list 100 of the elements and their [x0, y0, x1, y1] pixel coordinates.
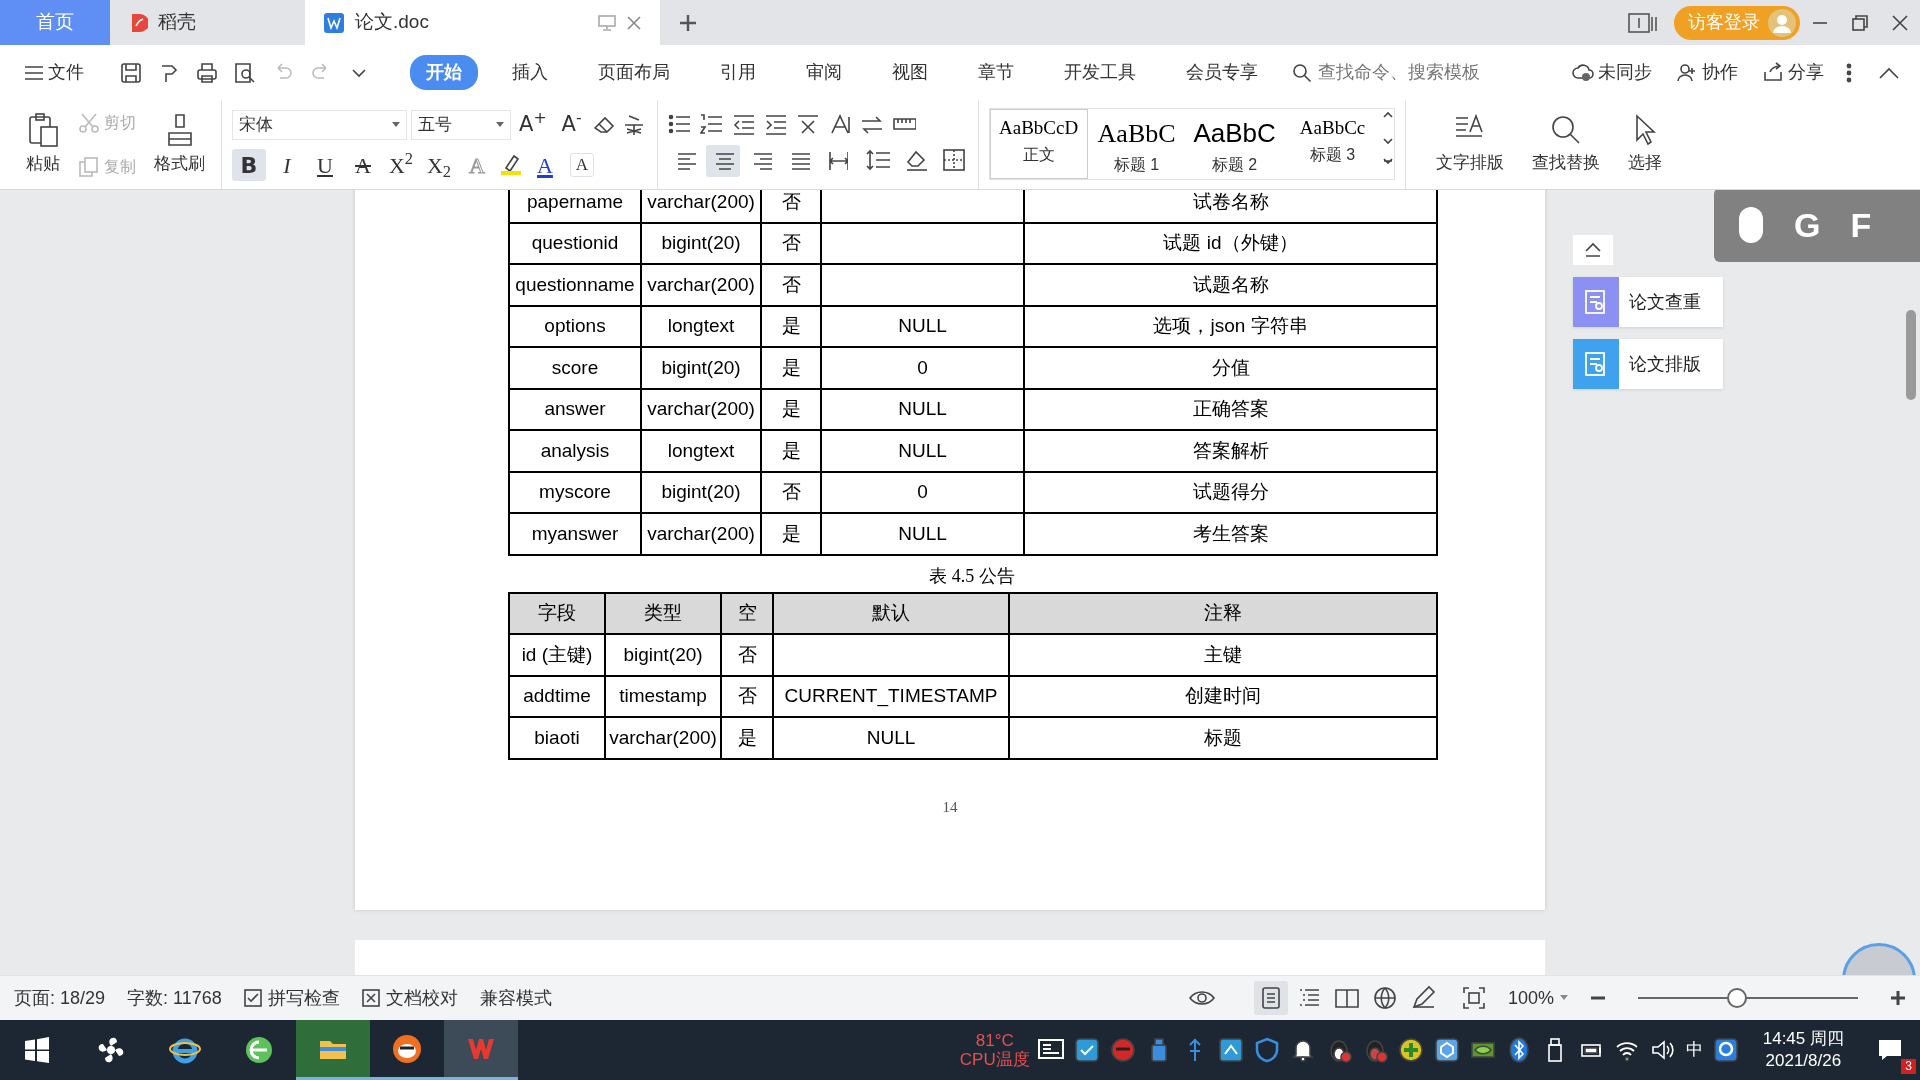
side-panel-button[interactable]: 论文查重: [1573, 277, 1723, 327]
style-preset[interactable]: AaBbC 标题 1: [1087, 109, 1186, 179]
format-button[interactable]: A$^{-}$: [554, 108, 589, 141]
toolbar-button[interactable]: 分享: [1758, 57, 1828, 88]
indent-icon[interactable]: [763, 112, 788, 137]
proofread-button[interactable]: 文档校对: [361, 984, 458, 1012]
menu-icon: [24, 64, 44, 81]
close-icon[interactable]: [1890, 12, 1910, 33]
taskbar-time[interactable]: 14:45 周四: [1762, 1028, 1844, 1050]
format-button[interactable]: U: [308, 148, 342, 181]
copy-icon: [78, 155, 100, 178]
column-header: 默认: [773, 592, 1009, 634]
restore-icon[interactable]: [1850, 12, 1870, 33]
taskbar-date[interactable]: 2021/8/26: [1762, 1050, 1844, 1072]
zoom-dropdown[interactable]: 100%: [1507, 984, 1568, 1012]
browser-app-icon: [243, 1034, 275, 1066]
table-cell: bigint(20): [641, 471, 761, 513]
shield-icon[interactable]: [1253, 1037, 1280, 1063]
app-icon[interactable]: [1712, 1037, 1739, 1063]
table-cell: options: [509, 305, 641, 347]
toolbar-button[interactable]: 查找替换: [1525, 111, 1606, 178]
zoom-in-icon[interactable]: [1890, 990, 1906, 1006]
slider-thumb[interactable]: [1727, 988, 1747, 1008]
ribbon-tab[interactable]: 审阅: [790, 55, 858, 90]
toolbar-button[interactable]: 未同步: [1568, 57, 1656, 88]
side-panel-button[interactable]: 论文排版: [1573, 339, 1723, 389]
close-icon[interactable]: [626, 14, 642, 31]
ribbon-tab[interactable]: 会员专享: [1170, 55, 1274, 90]
mascot-icon[interactable]: [1109, 1037, 1136, 1063]
format-button[interactable]: A: [346, 148, 380, 181]
toolbar-button[interactable]: 协作: [1672, 57, 1742, 88]
style-preset[interactable]: AaBbCc 标题 3: [1283, 109, 1382, 179]
app-icon[interactable]: [1073, 1037, 1100, 1063]
plus-icon[interactable]: [1397, 1037, 1424, 1063]
save-icon[interactable]: [120, 61, 142, 84]
input-method[interactable]: 中: [1685, 1037, 1703, 1063]
scrollbar-thumb[interactable]: [1906, 310, 1916, 400]
ribbon-tab[interactable]: 页面布局: [582, 55, 686, 90]
table-cell: varchar(200): [641, 513, 761, 555]
sync-icon[interactable]: [1217, 1037, 1244, 1063]
table-cell: bigint(20): [605, 634, 721, 676]
table-cell: myanswer: [509, 513, 641, 555]
fit-page-icon[interactable]: [1461, 986, 1486, 1010]
font-size-field[interactable]: 五号: [411, 109, 511, 140]
checkbox-icon: [243, 989, 262, 1007]
numbered-list-icon[interactable]: [699, 112, 724, 137]
web-view-icon: [1371, 985, 1398, 1011]
table-cell: analysis: [509, 430, 641, 472]
search-field[interactable]: 查找命令、搜索模板: [1316, 58, 1516, 87]
table-cell: 是: [761, 388, 821, 430]
monitor-icon: [598, 14, 616, 31]
document-icon: [1573, 277, 1619, 327]
ribbon-tab[interactable]: 视图: [876, 55, 944, 90]
format-button[interactable]: A: [570, 152, 594, 177]
table-cell: id (主键): [509, 634, 605, 676]
print-icon[interactable]: [196, 61, 218, 84]
table-cell: 是: [761, 347, 821, 389]
ribbon-tab[interactable]: 引用: [704, 55, 772, 90]
ribbon-tab[interactable]: 插入: [496, 55, 564, 90]
spell-check-button[interactable]: 拼写检查: [243, 984, 340, 1012]
paste-button[interactable]: 粘贴: [20, 110, 66, 179]
outdent-icon[interactable]: [731, 112, 756, 137]
table-cell: biaoti: [509, 717, 605, 759]
style-preset[interactable]: AaBbCcD 正文: [989, 109, 1088, 179]
align-button[interactable]: [705, 144, 740, 177]
preview-icon[interactable]: [234, 61, 256, 84]
column-header: 字段: [509, 592, 605, 634]
notification-button[interactable]: 3: [1860, 1020, 1920, 1080]
borders-icon[interactable]: [941, 147, 968, 174]
format-button[interactable]: I: [270, 148, 304, 181]
table-cell: NULL: [821, 305, 1024, 347]
table-cell: answer: [509, 388, 641, 430]
file-menu[interactable]: 文件: [20, 57, 88, 88]
ribbon-tab[interactable]: 章节: [962, 55, 1030, 90]
toolbar-button[interactable]: 文字排版: [1429, 111, 1510, 178]
format-painter-button[interactable]: 格式刷: [148, 110, 211, 179]
bell-icon[interactable]: [1289, 1037, 1316, 1063]
font-name-field[interactable]: 宋体: [232, 109, 407, 140]
table-cell: longtext: [641, 430, 761, 472]
document-icon: [323, 11, 345, 34]
table-cell: questionid: [509, 222, 641, 264]
table-cell: myscore: [509, 471, 641, 513]
document-tab[interactable]: 稻壳: [110, 0, 305, 45]
collapse-icon[interactable]: [1878, 65, 1900, 80]
format-button[interactable]: X$^{2}$: [384, 148, 418, 181]
table-cell: 选项，json 字符串: [1024, 305, 1437, 347]
caret-icon: [496, 121, 504, 128]
format-button[interactable]: A$^{+}$: [515, 108, 551, 141]
format-button[interactable]: B: [232, 148, 266, 181]
document-tab[interactable]: 论文.doc: [305, 0, 660, 45]
toolbar-button[interactable]: 选择: [1621, 111, 1668, 178]
search-icon: [1549, 113, 1582, 146]
view-button[interactable]: [1253, 981, 1288, 1015]
page-number: 14: [941, 797, 959, 817]
more-icon[interactable]: [1844, 61, 1854, 84]
ribbon-tab[interactable]: 开发工具: [1048, 55, 1152, 90]
table-cell: addtime: [509, 675, 605, 717]
style-preset[interactable]: AaBbC 标题 2: [1185, 109, 1284, 179]
format-button[interactable]: X$_{2}$: [422, 148, 456, 181]
format-button[interactable]: A: [528, 148, 562, 181]
